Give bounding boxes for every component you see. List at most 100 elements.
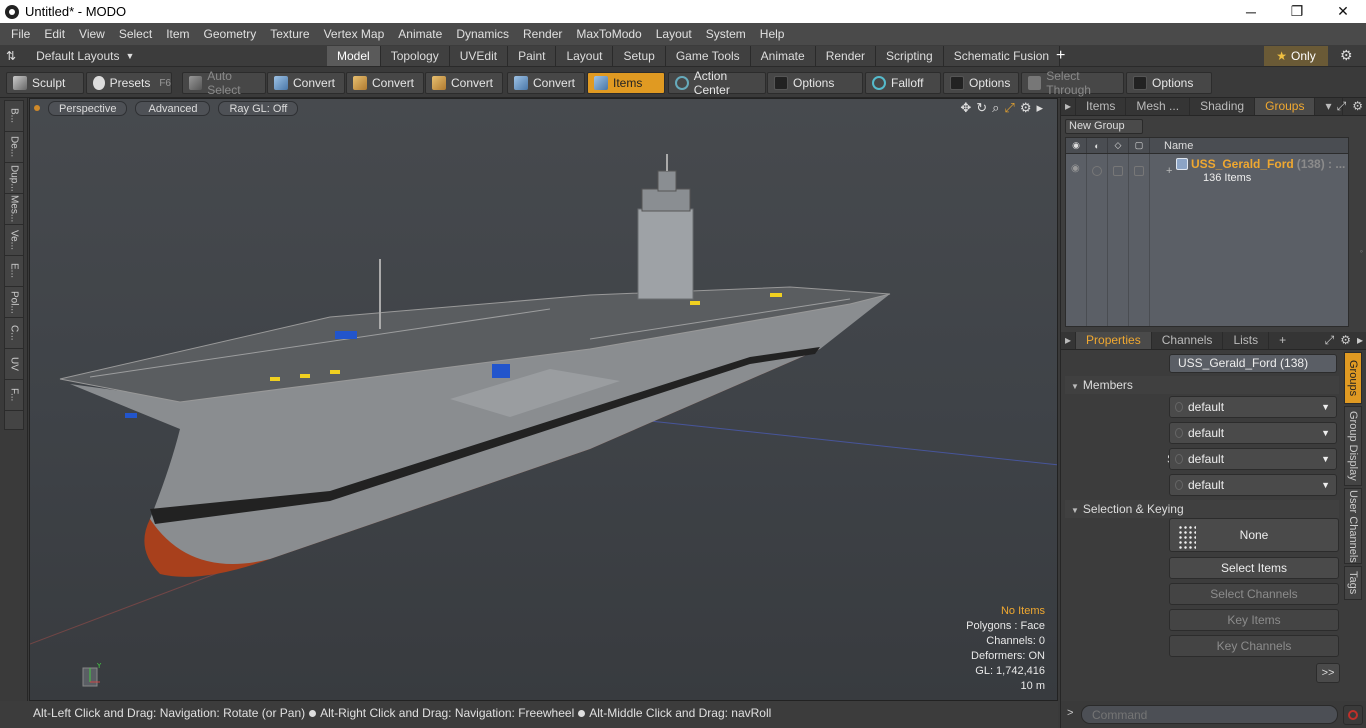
layouts-dropdown[interactable]: ⇅ Default Layouts ▼ bbox=[6, 45, 134, 67]
palette-tab[interactable]: De... bbox=[5, 132, 23, 163]
tab-game-tools[interactable]: Game Tools bbox=[665, 46, 751, 66]
expand-icon[interactable]: + bbox=[1166, 165, 1172, 177]
items-button[interactable]: Items bbox=[587, 72, 665, 94]
close-button[interactable]: ✕ bbox=[1320, 0, 1366, 23]
tab-channels[interactable]: Channels bbox=[1152, 332, 1224, 349]
command-input[interactable] bbox=[1081, 705, 1338, 724]
selection-keying-section[interactable]: ▼ Selection & Keying bbox=[1065, 500, 1339, 518]
menu-item[interactable]: Item bbox=[159, 23, 196, 45]
new-group-button[interactable]: New Group bbox=[1065, 119, 1143, 134]
tab-uvedit[interactable]: UVEdit bbox=[449, 46, 509, 66]
menu-file[interactable]: File bbox=[4, 23, 37, 45]
menu-animate[interactable]: Animate bbox=[391, 23, 449, 45]
command-arrow-icon[interactable]: > bbox=[1067, 707, 1073, 719]
name-column-header[interactable]: Name bbox=[1150, 138, 1193, 153]
raygl-toggle[interactable]: Ray GL: Off bbox=[218, 100, 299, 116]
side-tab-tags[interactable]: Tags bbox=[1344, 566, 1362, 600]
auto-select-button[interactable]: Auto Select bbox=[182, 69, 266, 97]
group-name-cell[interactable]: USS_Gerald_Ford (138) : ... bbox=[1176, 157, 1345, 171]
tab-mesh[interactable]: Mesh ... bbox=[1126, 98, 1191, 115]
visibility-column-icon[interactable]: ◉ bbox=[1066, 138, 1087, 153]
menu-texture[interactable]: Texture bbox=[263, 23, 316, 45]
minimize-button[interactable]: ─ bbox=[1228, 0, 1274, 23]
panel-menu-icon[interactable]: ▸ bbox=[1061, 98, 1077, 115]
menu-view[interactable]: View bbox=[72, 23, 112, 45]
tab-items[interactable]: Items bbox=[1076, 98, 1127, 115]
options-button-1[interactable]: Options bbox=[767, 72, 863, 94]
tab-topology[interactable]: Topology bbox=[380, 46, 450, 66]
palette-tab[interactable]: Dup... bbox=[5, 163, 23, 194]
view-mode-dropdown[interactable]: Perspective bbox=[48, 100, 128, 116]
zoom-icon[interactable]: ⌕ bbox=[992, 100, 999, 116]
record-icon[interactable] bbox=[1343, 705, 1363, 725]
tab-shading[interactable]: Shading bbox=[1190, 98, 1256, 115]
select-toggle[interactable] bbox=[1113, 166, 1123, 176]
options-button-2[interactable]: Options bbox=[943, 72, 1019, 94]
table-row[interactable]: ◉ + USS_Gerald_Ford (138) : ... 136 Item… bbox=[1066, 155, 1348, 185]
render-toggle[interactable] bbox=[1092, 166, 1102, 176]
menu-vertex-map[interactable]: Vertex Map bbox=[317, 23, 392, 45]
menu-layout[interactable]: Layout bbox=[649, 23, 699, 45]
palette-tab[interactable]: F... bbox=[5, 380, 23, 411]
eye-icon[interactable]: ◉ bbox=[1071, 163, 1080, 174]
tab-groups[interactable]: Groups bbox=[1255, 98, 1316, 115]
add-tab-button[interactable]: + bbox=[1269, 332, 1296, 349]
tab-paint[interactable]: Paint bbox=[508, 46, 557, 66]
panel-gear-icon[interactable]: ⚙ bbox=[1340, 332, 1351, 349]
palette-tab[interactable]: Ve... bbox=[5, 225, 23, 256]
tab-lists[interactable]: Lists bbox=[1223, 332, 1270, 349]
shading-dropdown[interactable]: Advanced bbox=[135, 100, 211, 116]
falloff-button[interactable]: Falloff bbox=[865, 72, 941, 94]
lock-column-icon[interactable]: ▢ bbox=[1129, 138, 1150, 153]
pan-icon[interactable]: ✥ bbox=[960, 100, 971, 116]
tab-schematic-fusion[interactable]: Schematic Fusion bbox=[943, 46, 1061, 66]
viewport-menu-dot[interactable] bbox=[34, 105, 40, 111]
menu-dynamics[interactable]: Dynamics bbox=[449, 23, 516, 45]
tab-properties[interactable]: Properties bbox=[1076, 332, 1152, 349]
side-tab-groups[interactable]: Groups bbox=[1344, 352, 1362, 404]
locked-select[interactable]: default ▼ bbox=[1169, 474, 1337, 496]
gear-icon[interactable]: ⚙ bbox=[1340, 47, 1353, 64]
selectable-select[interactable]: default ▼ bbox=[1169, 448, 1337, 470]
palette-tab[interactable]: E... bbox=[5, 256, 23, 287]
menu-help[interactable]: Help bbox=[753, 23, 792, 45]
palette-tab[interactable]: UV bbox=[5, 349, 23, 380]
select-column-icon[interactable]: ◇ bbox=[1108, 138, 1129, 153]
presets-button[interactable]: Presets F6 bbox=[86, 72, 172, 94]
visible-select[interactable]: default ▼ bbox=[1169, 396, 1337, 418]
maximize-panel-icon[interactable]: ⤢ bbox=[1325, 332, 1335, 349]
key-items-button[interactable]: Key Items bbox=[1169, 609, 1339, 631]
tab-animate[interactable]: Animate bbox=[750, 46, 816, 66]
more-button[interactable]: >> bbox=[1316, 663, 1340, 683]
convert-button-2[interactable]: Convert bbox=[346, 72, 424, 94]
menu-geometry[interactable]: Geometry bbox=[197, 23, 264, 45]
panel-menu-icon[interactable]: ▸ bbox=[1061, 332, 1077, 349]
rotate-icon[interactable]: ↻ bbox=[976, 100, 987, 116]
only-toggle[interactable]: ★ Only bbox=[1264, 46, 1328, 66]
viewport-gear-icon[interactable]: ⚙ bbox=[1020, 100, 1032, 116]
palette-tab[interactable]: B... bbox=[5, 101, 23, 132]
sculpt-button[interactable]: Sculpt bbox=[6, 72, 84, 94]
select-through-button[interactable]: Select Through bbox=[1021, 69, 1124, 97]
menu-system[interactable]: System bbox=[699, 23, 753, 45]
convert-button-3[interactable]: Convert bbox=[425, 72, 503, 94]
maximize-panel-icon[interactable]: ⤢ bbox=[1337, 98, 1347, 115]
key-channels-button[interactable]: Key Channels bbox=[1169, 635, 1339, 657]
add-tab-button[interactable]: + bbox=[1056, 45, 1065, 67]
side-tab-user-channels[interactable]: User Channels bbox=[1344, 488, 1362, 564]
options-button-3[interactable]: Options bbox=[1126, 72, 1212, 94]
menu-select[interactable]: Select bbox=[112, 23, 159, 45]
menu-maxtomodo[interactable]: MaxToModo bbox=[569, 23, 648, 45]
members-section[interactable]: ▼ Members bbox=[1065, 376, 1339, 394]
none-button[interactable]: None bbox=[1169, 518, 1339, 552]
render-select[interactable]: default ▼ bbox=[1169, 422, 1337, 444]
menu-render[interactable]: Render bbox=[516, 23, 569, 45]
action-center-button[interactable]: Action Center bbox=[668, 69, 766, 97]
arrow-right-icon[interactable]: ▸ bbox=[1036, 100, 1043, 116]
select-channels-button[interactable]: Select Channels bbox=[1169, 583, 1339, 605]
side-tab-group-display[interactable]: Group Display bbox=[1344, 406, 1362, 486]
convert-button-1[interactable]: Convert bbox=[267, 72, 345, 94]
tab-render[interactable]: Render bbox=[815, 46, 877, 66]
tab-model[interactable]: Model bbox=[327, 46, 381, 66]
convert-button-4[interactable]: Convert bbox=[507, 72, 585, 94]
